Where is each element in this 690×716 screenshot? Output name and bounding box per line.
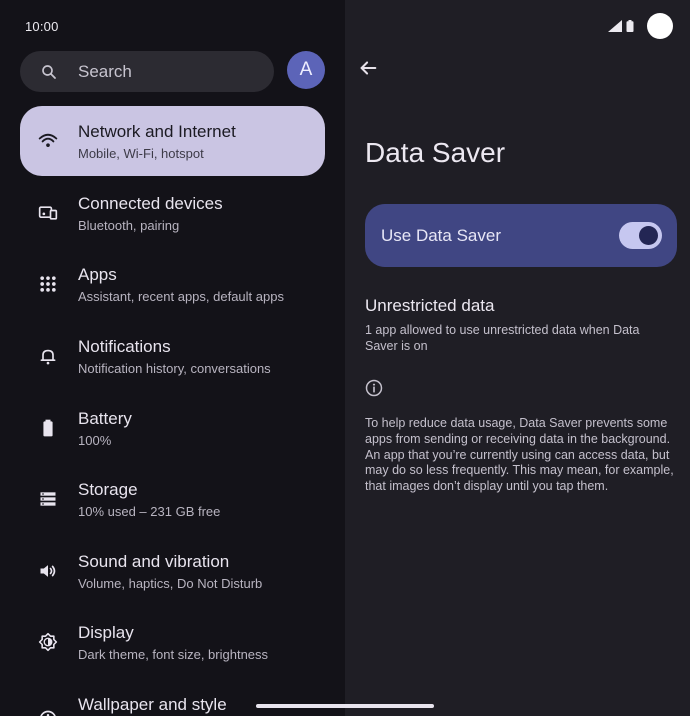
unrestricted-data-item[interactable]: Unrestricted data 1 app allowed to use u… <box>365 296 665 354</box>
settings-item-sound[interactable]: Sound and vibration Volume, haptics, Do … <box>20 536 325 606</box>
detail-pane: Data Saver Use Data Saver Unrestricted d… <box>345 0 690 716</box>
search-icon <box>42 65 56 79</box>
item-subtitle: 10% used – 231 GB free <box>78 504 221 519</box>
item-subtitle: Volume, haptics, Do Not Disturb <box>78 576 263 591</box>
item-title: Network and Internet <box>78 122 236 141</box>
settings-item-battery[interactable]: Battery 100% <box>20 393 325 463</box>
status-time: 10:00 <box>25 19 59 34</box>
item-title: Display <box>78 623 134 642</box>
display-icon <box>38 632 58 652</box>
settings-item-storage[interactable]: Storage 10% used – 231 GB free <box>20 464 325 534</box>
settings-item-notifications[interactable]: Notifications Notification history, conv… <box>20 321 325 391</box>
home-indicator[interactable] <box>256 704 434 708</box>
settings-item-apps[interactable]: Apps Assistant, recent apps, default app… <box>20 249 325 319</box>
unrestricted-title: Unrestricted data <box>365 296 495 315</box>
item-title: Battery <box>78 409 132 428</box>
settings-list-pane: 10:00 Search A Network and Internet Mobi… <box>0 0 345 716</box>
use-data-saver-toggle-row[interactable]: Use Data Saver <box>365 204 677 267</box>
volume-icon <box>40 565 56 577</box>
item-subtitle: Dark theme, font size, brightness <box>78 647 269 662</box>
item-title: Wallpaper and style <box>78 695 227 714</box>
item-subtitle: Notification history, conversations <box>78 361 271 376</box>
camera-cutout <box>647 13 673 39</box>
item-title: Notifications <box>78 337 171 356</box>
settings-item-network[interactable]: Network and Internet Mobile, Wi-Fi, hots… <box>20 106 325 176</box>
palette-icon <box>40 710 56 716</box>
battery-icon <box>43 419 53 437</box>
item-subtitle: Assistant, recent apps, default apps <box>78 289 284 304</box>
back-arrow-icon[interactable] <box>357 57 379 79</box>
switch-thumb <box>639 226 658 245</box>
bell-icon <box>40 349 56 365</box>
toggle-label: Use Data Saver <box>381 226 501 245</box>
settings-item-display[interactable]: Display Dark theme, font size, brightnes… <box>20 607 325 677</box>
item-subtitle: Mobile, Wi-Fi, hotspot <box>78 146 204 161</box>
item-title: Sound and vibration <box>78 552 230 571</box>
item-subtitle: 100% <box>78 433 112 448</box>
apps-grid-icon <box>40 276 56 292</box>
search-bar[interactable]: Search <box>20 51 274 92</box>
devices-icon <box>38 206 58 220</box>
signal-icon <box>608 20 622 32</box>
avatar[interactable]: A <box>287 51 325 89</box>
item-subtitle: Bluetooth, pairing <box>78 218 180 233</box>
unrestricted-subtitle: 1 app allowed to use unrestricted data w… <box>365 323 640 353</box>
page-title: Data Saver <box>365 137 506 168</box>
item-title: Apps <box>78 265 117 284</box>
wifi-icon <box>38 133 58 147</box>
item-title: Connected devices <box>78 194 223 213</box>
data-saver-switch[interactable] <box>619 222 662 249</box>
item-title: Storage <box>78 480 138 499</box>
info-icon <box>365 379 383 397</box>
settings-item-wallpaper[interactable]: Wallpaper and style <box>20 679 325 716</box>
data-saver-info-text: To help reduce data usage, Data Saver pr… <box>365 416 674 494</box>
storage-icon <box>40 492 56 506</box>
settings-item-connected-devices[interactable]: Connected devices Bluetooth, pairing <box>20 178 325 248</box>
status-icons <box>608 20 634 32</box>
search-label: Search <box>78 62 132 81</box>
battery-status-icon <box>626 20 634 32</box>
